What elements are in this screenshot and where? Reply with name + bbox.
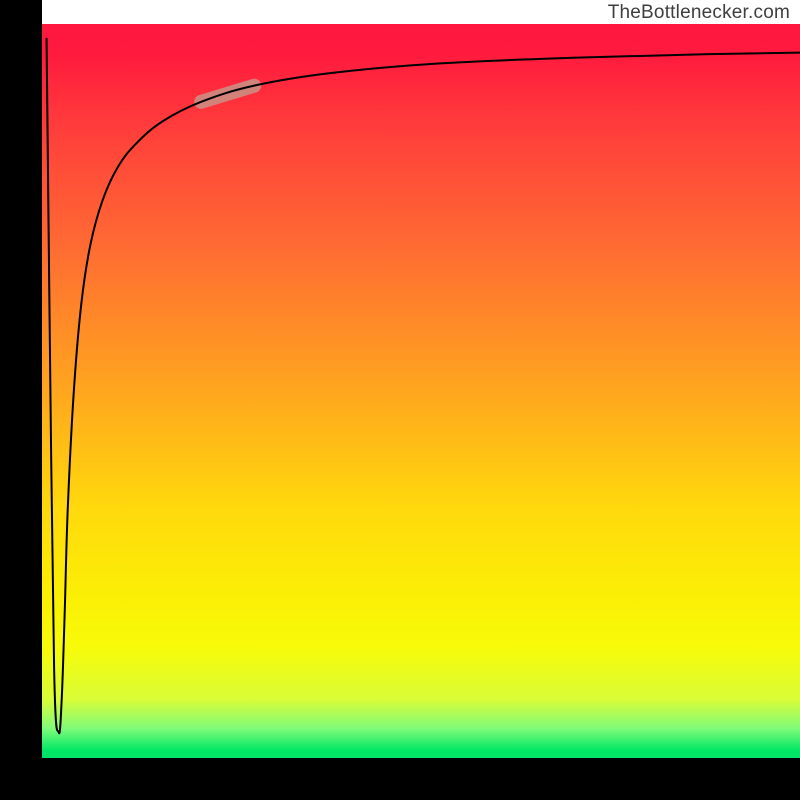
plot-area: [42, 24, 800, 758]
bottleneck-curve: [47, 39, 800, 734]
attribution-text: TheBottlenecker.com: [608, 2, 790, 24]
x-axis-band: [0, 758, 800, 800]
chart-stage: TheBottlenecker.com: [0, 0, 800, 800]
plot-svg: [42, 24, 800, 758]
y-axis-band: [0, 0, 42, 800]
attribution-strip: TheBottlenecker.com: [42, 0, 800, 24]
